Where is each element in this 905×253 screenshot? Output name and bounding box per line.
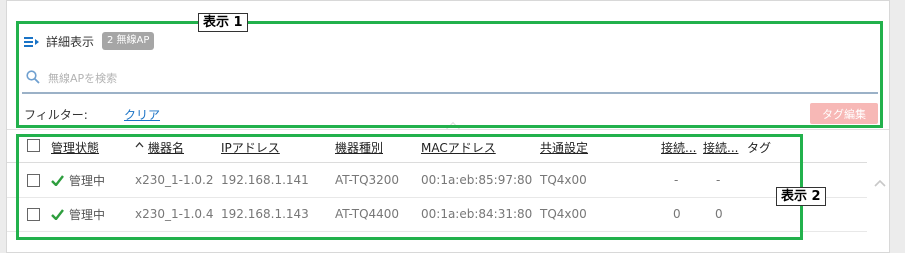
display-1-callout (16, 21, 883, 128)
display-2-label: 表示 2 (776, 187, 826, 206)
display-2-callout (16, 134, 803, 240)
scroll-up-icon[interactable] (873, 178, 887, 188)
display-1-label: 表示 1 (198, 13, 248, 32)
